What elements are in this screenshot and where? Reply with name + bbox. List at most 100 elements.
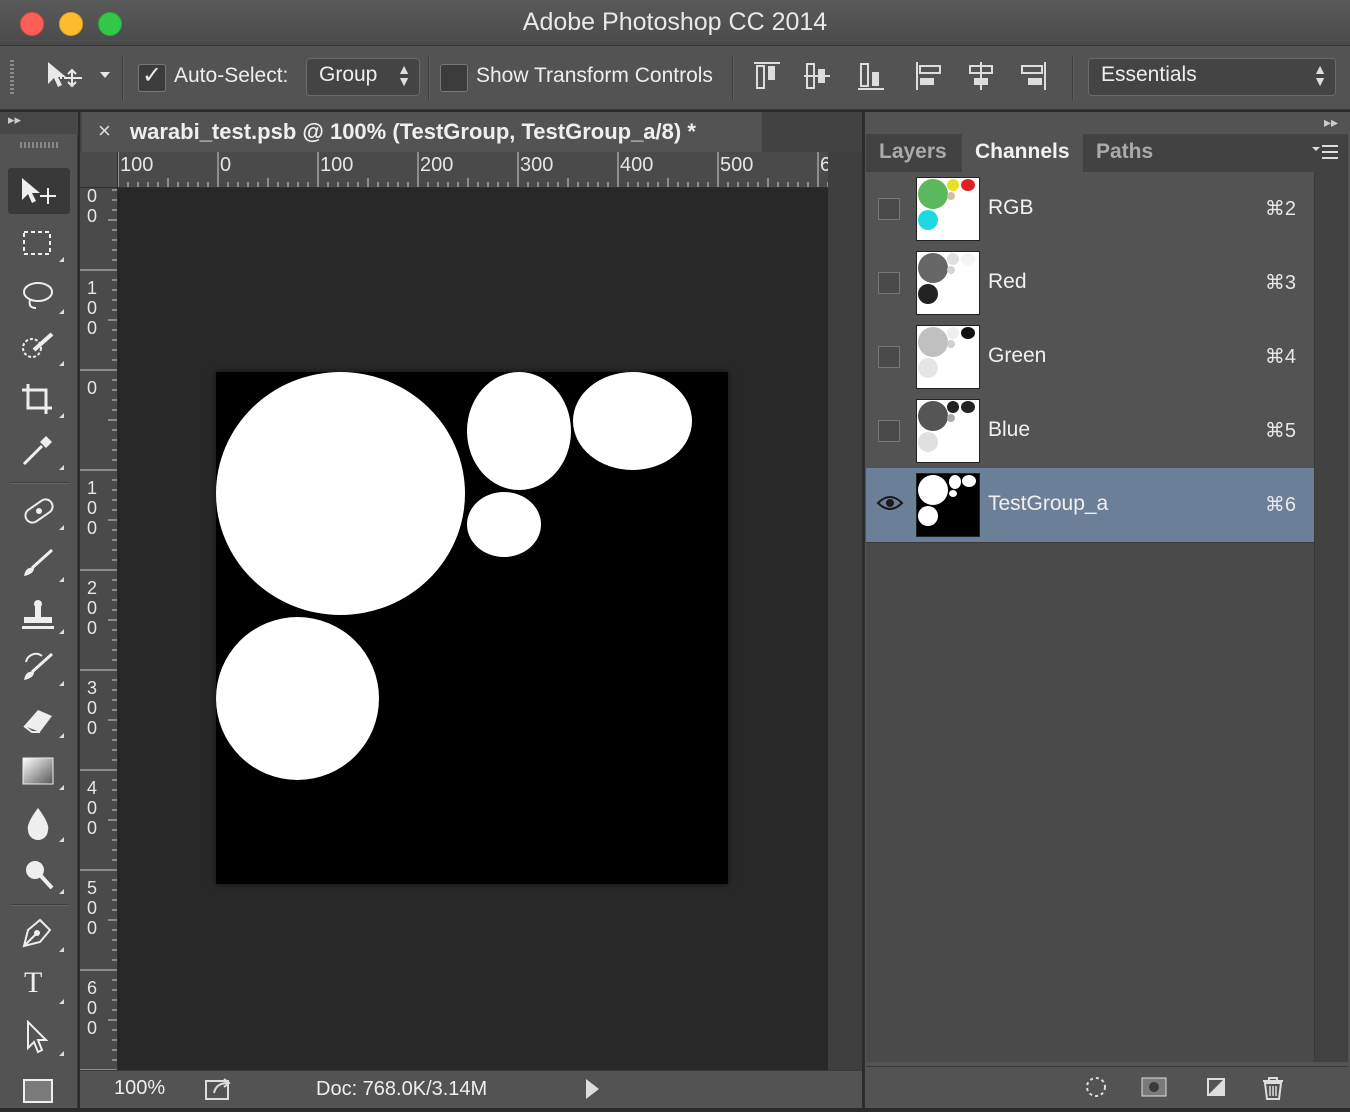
- channel-visibility-toggle[interactable]: [878, 198, 900, 220]
- channel-row-red[interactable]: Red ⌘3: [866, 246, 1314, 321]
- channel-row-blue[interactable]: Blue ⌘5: [866, 394, 1314, 469]
- spot-healing-brush-tool-button[interactable]: [8, 488, 70, 534]
- channel-row-testgroup-a[interactable]: TestGroup_a ⌘6: [866, 468, 1314, 543]
- clone-stamp-tool-button[interactable]: [8, 592, 70, 638]
- tools-panel-collapse-button[interactable]: ▸▸: [0, 112, 78, 134]
- horizontal-ruler[interactable]: 100 0 100 200 300 400 500 6: [118, 152, 828, 188]
- hruler-label: 100: [320, 154, 354, 176]
- quick-selection-icon: [22, 332, 54, 358]
- options-separator: [732, 56, 734, 100]
- share-icon[interactable]: [204, 1075, 234, 1103]
- panel-menu-icon[interactable]: [1310, 142, 1340, 164]
- save-selection-as-channel-icon[interactable]: [1140, 1075, 1168, 1099]
- vruler-label: 600: [86, 978, 97, 1038]
- vruler-label: 100: [86, 478, 97, 538]
- brush-tool-button[interactable]: [8, 540, 70, 586]
- dodge-tool-button[interactable]: [8, 852, 70, 898]
- status-menu-arrow-icon[interactable]: [586, 1079, 599, 1099]
- align-horizontal-centers-icon[interactable]: [966, 60, 996, 92]
- ruler-origin[interactable]: [80, 152, 118, 188]
- rectangular-marquee-tool-button[interactable]: [8, 220, 70, 266]
- document-tab[interactable]: × warabi_test.psb @ 100% (TestGroup, Tes…: [82, 112, 762, 152]
- move-tool-icon: [22, 178, 56, 204]
- show-transform-controls-checkbox[interactable]: [440, 64, 468, 92]
- type-tool-button[interactable]: T: [8, 962, 70, 1008]
- hruler-label: 100: [120, 154, 154, 176]
- close-document-icon[interactable]: ×: [98, 118, 111, 144]
- zoom-level-field[interactable]: 100%: [114, 1077, 165, 1100]
- channel-row-green[interactable]: Green ⌘4: [866, 320, 1314, 395]
- channel-thumbnail: [916, 399, 980, 463]
- eraser-tool-button[interactable]: [8, 696, 70, 742]
- tab-paths[interactable]: Paths: [1083, 134, 1166, 172]
- channel-thumbnail: [916, 177, 980, 241]
- white-circle-shape[interactable]: [216, 617, 379, 780]
- channel-thumbnail: [916, 325, 980, 389]
- document-canvas[interactable]: [216, 372, 728, 884]
- vertical-ruler[interactable]: 200 100 0 100 200 300 400 500 600: [80, 188, 118, 1070]
- eyedropper-tool-button[interactable]: [8, 428, 70, 474]
- channel-thumbnail: [916, 251, 980, 315]
- auto-select-target-dropdown[interactable]: Group ▲ ▼: [306, 58, 420, 96]
- gradient-icon: [22, 757, 54, 785]
- stepper-arrows-icon: ▲ ▼: [1313, 61, 1327, 89]
- align-bottom-edges-icon[interactable]: [856, 60, 886, 92]
- blur-drop-icon: [27, 808, 49, 840]
- gradient-tool-button[interactable]: [8, 748, 70, 794]
- white-circle-shape[interactable]: [573, 372, 692, 470]
- rectangular-marquee-icon: [23, 231, 51, 255]
- load-channel-as-selection-icon[interactable]: [1084, 1075, 1108, 1099]
- panel-collapse-button[interactable]: ▸▸: [1324, 114, 1338, 131]
- options-bar-grip[interactable]: [10, 60, 14, 96]
- blur-tool-button[interactable]: [8, 800, 70, 846]
- checkmark-icon: ✓: [142, 62, 163, 89]
- quick-selection-tool-button[interactable]: [8, 324, 70, 370]
- vruler-label: 0: [86, 378, 97, 398]
- tools-panel-grip[interactable]: [20, 142, 58, 148]
- vruler-label: 200: [86, 578, 97, 638]
- workspace-dropdown[interactable]: Essentials ▲ ▼: [1088, 58, 1336, 96]
- align-left-edges-icon[interactable]: [914, 60, 944, 92]
- white-circle-shape[interactable]: [216, 372, 465, 615]
- tab-layers[interactable]: Layers: [866, 134, 960, 172]
- stepper-arrows-icon: ▲ ▼: [397, 61, 411, 89]
- channel-shortcut: ⌘5: [1264, 420, 1296, 442]
- delete-channel-icon[interactable]: [1260, 1075, 1286, 1101]
- options-separator: [122, 56, 124, 100]
- crop-icon: [22, 384, 52, 414]
- tab-channels[interactable]: Channels: [962, 134, 1083, 172]
- move-tool-button[interactable]: [8, 168, 70, 214]
- crop-tool-button[interactable]: [8, 376, 70, 422]
- rectangle-tool-button[interactable]: [8, 1066, 70, 1112]
- channel-visibility-toggle[interactable]: [878, 272, 900, 294]
- channel-name: Red: [988, 270, 1027, 293]
- channels-scrollbar[interactable]: [1314, 172, 1348, 1062]
- align-vertical-centers-icon[interactable]: [802, 60, 832, 92]
- white-circle-shape[interactable]: [467, 372, 571, 490]
- options-bar: ✓ Auto-Select: Group ▲ ▼ Show Transform C…: [0, 46, 1350, 110]
- auto-select-checkbox[interactable]: ✓: [138, 62, 166, 92]
- vruler-label: 400: [86, 778, 97, 838]
- hruler-label: 400: [620, 154, 654, 176]
- history-brush-tool-button[interactable]: [8, 644, 70, 690]
- move-tool-icon[interactable]: [44, 58, 114, 99]
- lasso-tool-button[interactable]: [8, 272, 70, 318]
- new-channel-icon[interactable]: [1204, 1075, 1228, 1099]
- align-right-edges-icon[interactable]: [1018, 60, 1048, 92]
- path-selection-tool-button[interactable]: [8, 1014, 70, 1060]
- document-scrollbar[interactable]: [828, 152, 862, 1070]
- pen-tool-button[interactable]: [8, 910, 70, 956]
- channel-visibility-toggle[interactable]: [878, 346, 900, 368]
- hruler-label: 6: [820, 154, 828, 177]
- clone-stamp-icon: [22, 600, 54, 629]
- hruler-label: 0: [220, 154, 232, 176]
- title-bar: Adobe Photoshop CC 2014: [0, 0, 1350, 46]
- lasso-icon: [23, 282, 53, 309]
- channel-shortcut: ⌘2: [1264, 198, 1296, 220]
- white-circle-shape[interactable]: [467, 492, 541, 557]
- channel-row-rgb[interactable]: RGB ⌘2: [866, 172, 1314, 247]
- channel-visibility-toggle[interactable]: [878, 420, 900, 442]
- align-top-edges-icon[interactable]: [752, 60, 782, 92]
- eraser-icon: [23, 710, 52, 733]
- eye-visibility-icon[interactable]: [876, 492, 904, 514]
